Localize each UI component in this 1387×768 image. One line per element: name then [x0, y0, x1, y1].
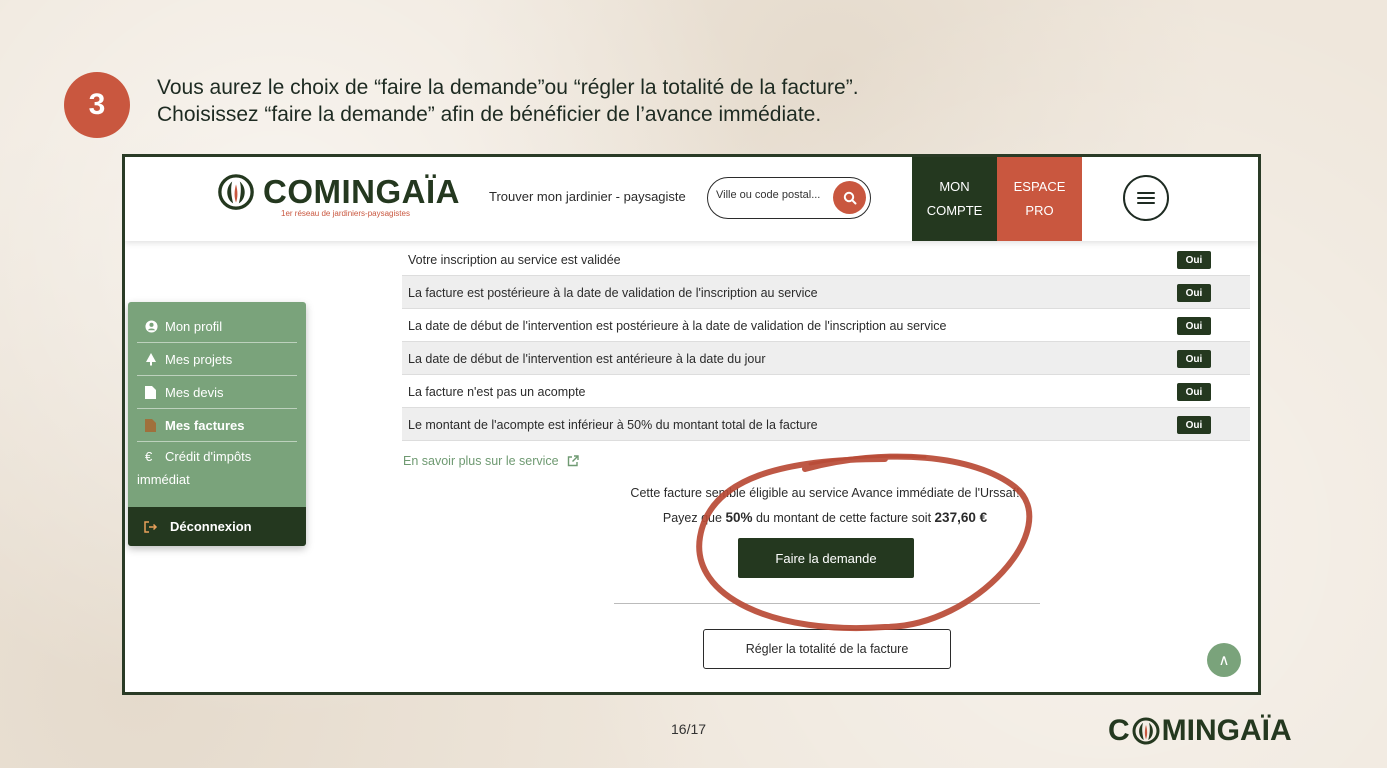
logout-label: Déconnexion — [170, 519, 252, 534]
logo-wordmark: COMINGAÏA — [263, 173, 460, 210]
pay-prefix: Payez que — [662, 511, 722, 525]
hamburger-icon — [1137, 192, 1155, 204]
status-badge: Oui — [1177, 251, 1211, 269]
status-badge: Oui — [1177, 350, 1211, 368]
account-sidebar: Mon profil Mes projets Mes devis Mes fac… — [128, 302, 306, 546]
external-link-icon — [567, 455, 579, 467]
sidebar-item-quotes[interactable]: Mes devis — [137, 376, 297, 409]
status-badge: Oui — [1177, 383, 1211, 401]
payment-summary: Payez que 50% du montant de cette factur… — [555, 510, 1095, 525]
tree-icon — [137, 352, 165, 366]
my-account-button[interactable]: MON COMPTE — [912, 157, 997, 241]
search-icon — [843, 191, 856, 204]
my-account-label-line-2: COMPTE — [926, 203, 983, 218]
table-row: La date de début de l'intervention est p… — [402, 309, 1250, 342]
logo-tagline: 1er réseau de jardiniers-paysagistes — [281, 209, 410, 218]
location-search — [707, 177, 871, 219]
pro-space-label-line-2: PRO — [1025, 203, 1054, 218]
search-button[interactable] — [833, 181, 866, 214]
footer-logo-letter-c: C — [1108, 714, 1130, 747]
location-search-input[interactable] — [716, 189, 828, 201]
logout-icon — [144, 520, 158, 533]
status-badge: Oui — [1177, 416, 1211, 434]
euro-icon: € — [145, 449, 153, 464]
website-screenshot-frame: COMINGAÏA 1er réseau de jardiniers-paysa… — [122, 154, 1261, 695]
file-icon — [137, 385, 165, 399]
footer-logo-word: MINGAÏA — [1161, 714, 1292, 747]
pay-amount: 237,60 € — [934, 510, 988, 525]
learn-more-label: En savoir plus sur le service — [403, 454, 559, 468]
leaf-logo-icon — [218, 174, 254, 210]
sidebar-item-invoices[interactable]: Mes factures — [137, 409, 297, 442]
logout-button[interactable]: Déconnexion — [128, 507, 306, 546]
sidebar-item-projects[interactable]: Mes projets — [137, 343, 297, 376]
pay-percent: 50% — [725, 510, 753, 525]
sidebar-item-label: Mon profil — [165, 318, 223, 334]
sidebar-item-tax-credit[interactable]: € Crédit d'impôts immédiat — [137, 445, 297, 491]
status-badge: Oui — [1177, 284, 1211, 302]
table-row: Votre inscription au service est validée… — [402, 243, 1250, 276]
sidebar-item-label: Mes factures — [165, 417, 245, 433]
step-instruction-line-1: Vous aurez le choix de “faire la demande… — [157, 76, 859, 99]
eligibility-message: Cette facture semble éligible au service… — [630, 486, 1020, 500]
pay-full-invoice-button[interactable]: Régler la totalité de la facture — [703, 629, 951, 669]
criterion-text: La date de début de l'intervention est a… — [408, 352, 766, 366]
criterion-text: La date de début de l'intervention est p… — [408, 319, 947, 333]
invoice-icon — [137, 418, 165, 432]
criterion-text: La facture n'est pas un acompte — [408, 385, 586, 399]
back-to-top-button[interactable]: ∧ — [1207, 643, 1241, 677]
my-account-label-line-1: MON — [939, 179, 970, 194]
sidebar-item-profile[interactable]: Mon profil — [137, 310, 297, 343]
pro-space-label-line-1: ESPACE — [1013, 179, 1066, 194]
eligibility-criteria-table: Votre inscription au service est validée… — [402, 243, 1250, 441]
criterion-text: Votre inscription au service est validée — [408, 253, 621, 267]
sidebar-item-label: Mes projets — [165, 351, 233, 367]
footer-logo: C MINGAÏA — [1108, 714, 1292, 748]
table-row: Le montant de l'acompte est inférieur à … — [402, 408, 1250, 441]
pro-space-button[interactable]: ESPACE PRO — [997, 157, 1082, 241]
leaf-logo-icon — [1132, 717, 1160, 745]
status-badge: Oui — [1177, 317, 1211, 335]
table-row: La date de début de l'intervention est a… — [402, 342, 1250, 375]
step-instructions: Vous aurez le choix de “faire la demande… — [157, 74, 859, 128]
find-gardener-link[interactable]: Trouver mon jardinier - paysagiste — [489, 189, 686, 204]
criterion-text: Le montant de l'acompte est inférieur à … — [408, 418, 818, 432]
menu-button[interactable] — [1123, 175, 1169, 221]
table-row: La facture est postérieure à la date de … — [402, 276, 1250, 309]
make-request-button[interactable]: Faire la demande — [738, 538, 914, 578]
step-instruction-line-2: Choisissez “faire la demande” afin de bé… — [157, 103, 822, 126]
divider — [614, 603, 1040, 604]
page-number: 16/17 — [671, 721, 707, 737]
criterion-text: La facture est postérieure à la date de … — [408, 286, 818, 300]
table-row: La facture n'est pas un acompte Oui — [402, 375, 1250, 408]
step-number-badge: 3 — [64, 72, 130, 138]
user-icon — [137, 319, 165, 333]
learn-more-link[interactable]: En savoir plus sur le service — [403, 454, 579, 468]
site-navbar: COMINGAÏA 1er réseau de jardiniers-paysa… — [125, 157, 1258, 241]
pay-middle: du montant de cette facture soit — [755, 511, 932, 525]
sidebar-item-label: Mes devis — [165, 384, 224, 400]
